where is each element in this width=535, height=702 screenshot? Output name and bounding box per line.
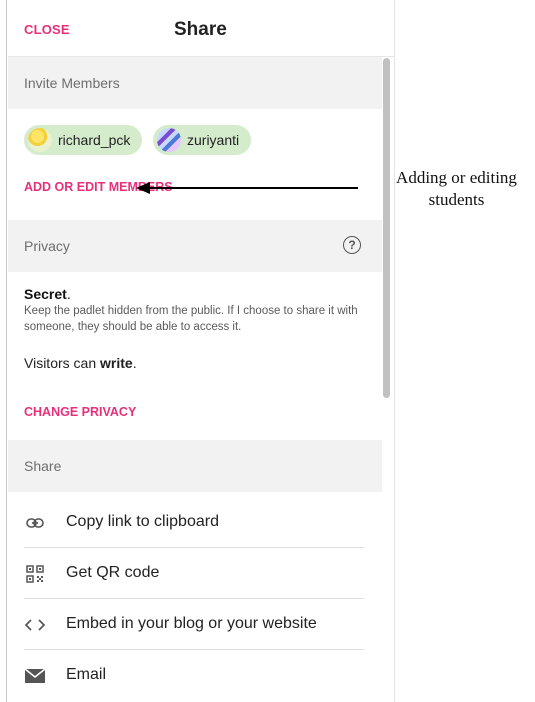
invite-members-label: Invite Members [24,75,120,91]
member-name: zuriyanti [187,132,240,148]
divider [24,649,364,650]
divider [24,598,364,599]
annotation-line-1: Adding or editing [396,168,517,187]
privacy-label: Privacy [24,238,70,254]
visitor-permission: Visitors can write. [24,355,137,371]
avatar [28,128,52,152]
avatar [157,128,181,152]
panel-title: Share [174,19,227,40]
share-panel-header: CLOSE Share [8,0,394,57]
change-privacy-link[interactable]: CHANGE PRIVACY [24,405,136,419]
annotation-arrow-head [136,182,150,194]
scrollbar[interactable] [383,58,390,398]
share-header: Share [8,440,382,492]
visitors-permission: write [100,355,133,371]
divider [24,547,364,548]
annotation-text: Adding or editing students [378,167,535,211]
privacy-description: Keep the padlet hidden from the public. … [24,305,358,333]
share-label: Share [24,458,62,474]
annotation-arrow-line [149,187,358,189]
embed-row[interactable]: Embed in your blog or your website [8,600,364,650]
visitors-prefix: Visitors can [24,355,100,371]
help-icon[interactable]: ? [343,236,361,254]
share-panel: CLOSE Share Invite Members richard_pck z… [8,0,395,702]
qr-code-icon [24,564,46,584]
embed-label: Embed in your blog or your website [66,615,317,632]
member-chip-zuriyanti[interactable]: zuriyanti [153,125,252,155]
email-row[interactable]: Email [8,651,364,701]
close-button[interactable]: CLOSE [24,22,70,37]
embed-code-icon [24,615,46,635]
link-icon [24,513,46,533]
privacy-mode-title: Secret. [24,286,71,302]
member-name: richard_pck [58,132,131,148]
annotation-line-2: students [428,190,485,209]
email-label: Email [66,666,107,683]
qr-code-row[interactable]: Get QR code [8,549,364,599]
invite-members-header: Invite Members [8,57,382,109]
email-icon [24,666,46,686]
privacy-mode: Secret [24,286,67,302]
qr-code-label: Get QR code [66,564,160,581]
copy-link-label: Copy link to clipboard [66,513,219,530]
privacy-header: Privacy ? [8,220,382,272]
left-border-line [6,0,7,702]
copy-link-row[interactable]: Copy link to clipboard [8,498,364,548]
member-chip-richard[interactable]: richard_pck [24,125,143,155]
